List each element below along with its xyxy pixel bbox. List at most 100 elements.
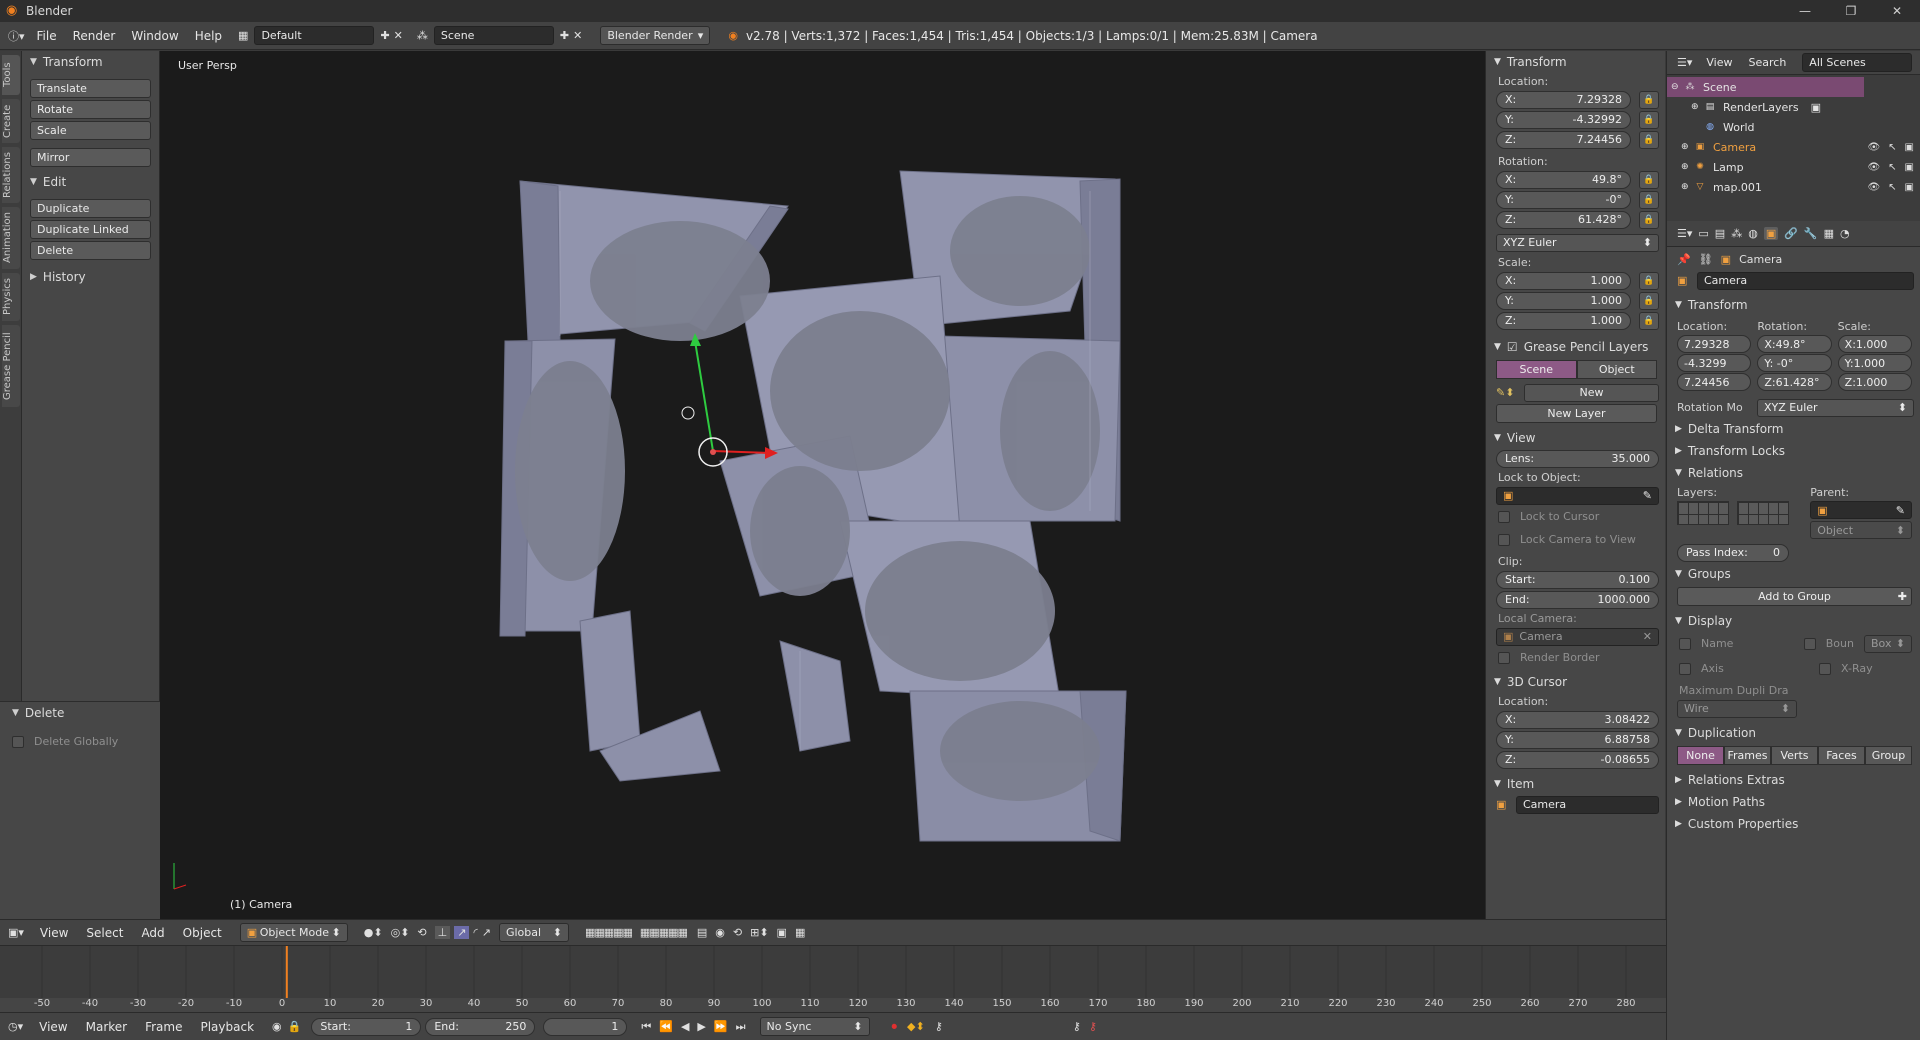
- renderable-camera-icon[interactable]: ▣: [1905, 182, 1914, 193]
- 3d-editor-type-icon[interactable]: ▣▾: [8, 926, 24, 939]
- expand-icon[interactable]: ⊖: [1671, 82, 1683, 92]
- jump-end-icon[interactable]: ⏭: [736, 1020, 746, 1034]
- selectable-cursor-icon[interactable]: ↖: [1888, 142, 1896, 153]
- props-scale-y[interactable]: Y:1.000: [1837, 354, 1912, 372]
- props-location-y[interactable]: -4.3299: [1677, 354, 1752, 372]
- props-scale-z[interactable]: Z:1.000: [1837, 373, 1912, 391]
- props-location-x[interactable]: 7.29328: [1677, 335, 1752, 353]
- delta-transform-header[interactable]: ▶ Delta Transform: [1667, 418, 1920, 440]
- tl-menu-frame[interactable]: Frame: [145, 1020, 182, 1034]
- rotate-button[interactable]: Rotate: [30, 100, 151, 119]
- parent-type-dropdown[interactable]: Object ⬍: [1810, 521, 1912, 539]
- manipulator-icon[interactable]: ⟲: [417, 926, 426, 939]
- lock-object-field[interactable]: ▣ ✎: [1496, 486, 1659, 505]
- render-tab-icon[interactable]: ▭: [1698, 227, 1708, 240]
- bounds-type-dropdown[interactable]: Box ⬍: [1864, 634, 1912, 653]
- vp-menu-view[interactable]: View: [40, 926, 68, 940]
- scale-manipulator-icon[interactable]: ◜: [473, 926, 477, 939]
- translate-manipulator-icon[interactable]: ⊥: [434, 926, 451, 939]
- transform-manipulator-icon[interactable]: ↗: [482, 926, 491, 939]
- outliner-row-scene[interactable]: ⊖ ⁂ Scene: [1667, 77, 1864, 97]
- layers-grid-icon[interactable]: ▦▦▦▦▦: [585, 926, 633, 939]
- timeline[interactable]: -50 -40 -30 -20 -10 0 10 20 30 40 50 60 70 80 90 100 110…: [0, 945, 1666, 1013]
- remove-scene-icon[interactable]: ✕: [573, 29, 582, 42]
- mirror-button[interactable]: Mirror: [30, 148, 151, 167]
- scale-button[interactable]: Scale: [30, 121, 151, 140]
- rotation-z-field[interactable]: Z: 61.428°: [1496, 210, 1631, 229]
- lock-icon[interactable]: 🔒: [288, 1020, 302, 1033]
- vp-menu-object[interactable]: Object: [183, 926, 222, 940]
- transform-locks-header[interactable]: ▶ Transform Locks: [1667, 440, 1920, 462]
- keying-icon[interactable]: ⚷: [935, 1020, 943, 1033]
- world-tab-icon[interactable]: ◍: [1748, 227, 1758, 240]
- props-rotation-y[interactable]: Y: -0°: [1757, 354, 1832, 372]
- layer-grid[interactable]: [1677, 501, 1804, 525]
- tab-dup-group[interactable]: Group: [1865, 746, 1912, 765]
- snap-icon[interactable]: ⟲: [733, 926, 742, 939]
- object-tab-icon[interactable]: ▣: [1763, 227, 1779, 240]
- clear-icon[interactable]: ✕: [1643, 630, 1652, 643]
- outliner-row-renderlayers[interactable]: ⊕ ▤ RenderLayers ▣: [1667, 97, 1920, 117]
- lock-camera-checkbox[interactable]: Lock Camera to View: [1498, 530, 1657, 549]
- constraints-tab-icon[interactable]: 🔗: [1784, 227, 1798, 240]
- expand-icon[interactable]: ⊕: [1691, 102, 1703, 112]
- expand-icon[interactable]: ⊕: [1681, 182, 1693, 192]
- rotation-mode-dropdown[interactable]: XYZ Euler ⬍: [1496, 233, 1659, 252]
- jump-start-icon[interactable]: ⏮: [641, 1020, 651, 1034]
- insert-key-icon[interactable]: ⚷: [1073, 1020, 1081, 1033]
- np-transform-header[interactable]: ▼ Transform: [1486, 51, 1665, 73]
- translate-button[interactable]: Translate: [30, 79, 151, 98]
- preview-range-icon[interactable]: ◉: [272, 1020, 282, 1033]
- sync-dropdown[interactable]: No Sync ⬍: [759, 1017, 870, 1036]
- scale-z-field[interactable]: Z: 1.000: [1496, 311, 1631, 330]
- expand-icon[interactable]: ⊕: [1681, 162, 1693, 172]
- record-icon[interactable]: ⏺: [892, 1020, 898, 1034]
- tab-gp-object[interactable]: Object: [1576, 360, 1657, 379]
- 3d-viewport[interactable]: User Persp (1) Camera: [160, 51, 1485, 919]
- lock-icon[interactable]: 🔒: [1639, 130, 1659, 149]
- props-rotation-mode-dropdown[interactable]: XYZ Euler ⬍: [1757, 398, 1914, 417]
- lock-icon[interactable]: 🔒: [1639, 311, 1659, 330]
- duplication-header[interactable]: ▼ Duplication: [1667, 722, 1920, 744]
- pin-icon[interactable]: 📌: [1677, 253, 1691, 266]
- lock-icon[interactable]: 🔒: [1639, 90, 1659, 109]
- render-anim-icon[interactable]: ▦: [795, 926, 805, 939]
- minimize-button[interactable]: —: [1782, 0, 1828, 22]
- operator-panel-header[interactable]: ▼ Delete: [0, 702, 160, 724]
- play-icon[interactable]: ▶: [697, 1020, 705, 1033]
- delete-button[interactable]: Delete: [30, 241, 151, 260]
- location-z-field[interactable]: Z: 7.24456: [1496, 130, 1631, 149]
- snap-target-icon[interactable]: ⊞⬍: [750, 926, 768, 939]
- expand-icon[interactable]: ⊕: [1681, 142, 1693, 152]
- keying-set-icon[interactable]: ◆⬍: [907, 1020, 925, 1033]
- editor-type-icon[interactable]: ⓘ▾: [8, 28, 25, 44]
- display-xray-checkbox[interactable]: X-Ray: [1819, 659, 1873, 678]
- tab-tools[interactable]: Tools: [2, 55, 20, 95]
- rotation-x-field[interactable]: X: 49.8°: [1496, 170, 1631, 189]
- lock-to-cursor-checkbox[interactable]: Lock to Cursor: [1498, 507, 1657, 526]
- tab-dup-none[interactable]: None: [1677, 746, 1724, 765]
- display-axis-checkbox[interactable]: Axis: [1679, 659, 1799, 678]
- relations-extras-header[interactable]: ▶ Relations Extras: [1667, 769, 1920, 791]
- layers-grid-icon-2[interactable]: ▦▦▦▦▦: [640, 926, 688, 939]
- local-camera-field[interactable]: ▣ Camera ✕: [1496, 627, 1659, 646]
- eyedropper-icon[interactable]: ✎: [1643, 489, 1652, 502]
- layers-tab-icon[interactable]: ▤: [1715, 227, 1725, 240]
- tab-dup-faces[interactable]: Faces: [1818, 746, 1865, 765]
- cursor-y-field[interactable]: Y: 6.88758: [1496, 730, 1659, 749]
- mode-dropdown[interactable]: ▣ Object Mode ⬍: [239, 923, 348, 942]
- delete-key-icon[interactable]: ⚷: [1089, 1020, 1097, 1033]
- scale-y-field[interactable]: Y: 1.000: [1496, 291, 1631, 310]
- edit-panel-header[interactable]: ▼ Edit: [22, 171, 159, 193]
- max-dupli-dropdown[interactable]: Wire ⬍: [1677, 699, 1797, 718]
- proportional-icon[interactable]: ◉: [715, 926, 725, 939]
- item-panel-header[interactable]: ▼ Item: [1486, 773, 1665, 795]
- cursor-panel-header[interactable]: ▼ 3D Cursor: [1486, 671, 1665, 693]
- clip-end-field[interactable]: End: 1000.000: [1496, 590, 1659, 609]
- lens-field[interactable]: Lens: 35.000: [1496, 449, 1659, 468]
- scene-field[interactable]: Scene: [433, 26, 554, 45]
- scene-tab-icon[interactable]: ⁂: [1731, 227, 1742, 240]
- add-layout-icon[interactable]: ✚: [380, 29, 389, 42]
- close-button[interactable]: ✕: [1874, 0, 1920, 22]
- grease-pencil-header[interactable]: ▼ ☑ Grease Pencil Layers: [1486, 336, 1665, 358]
